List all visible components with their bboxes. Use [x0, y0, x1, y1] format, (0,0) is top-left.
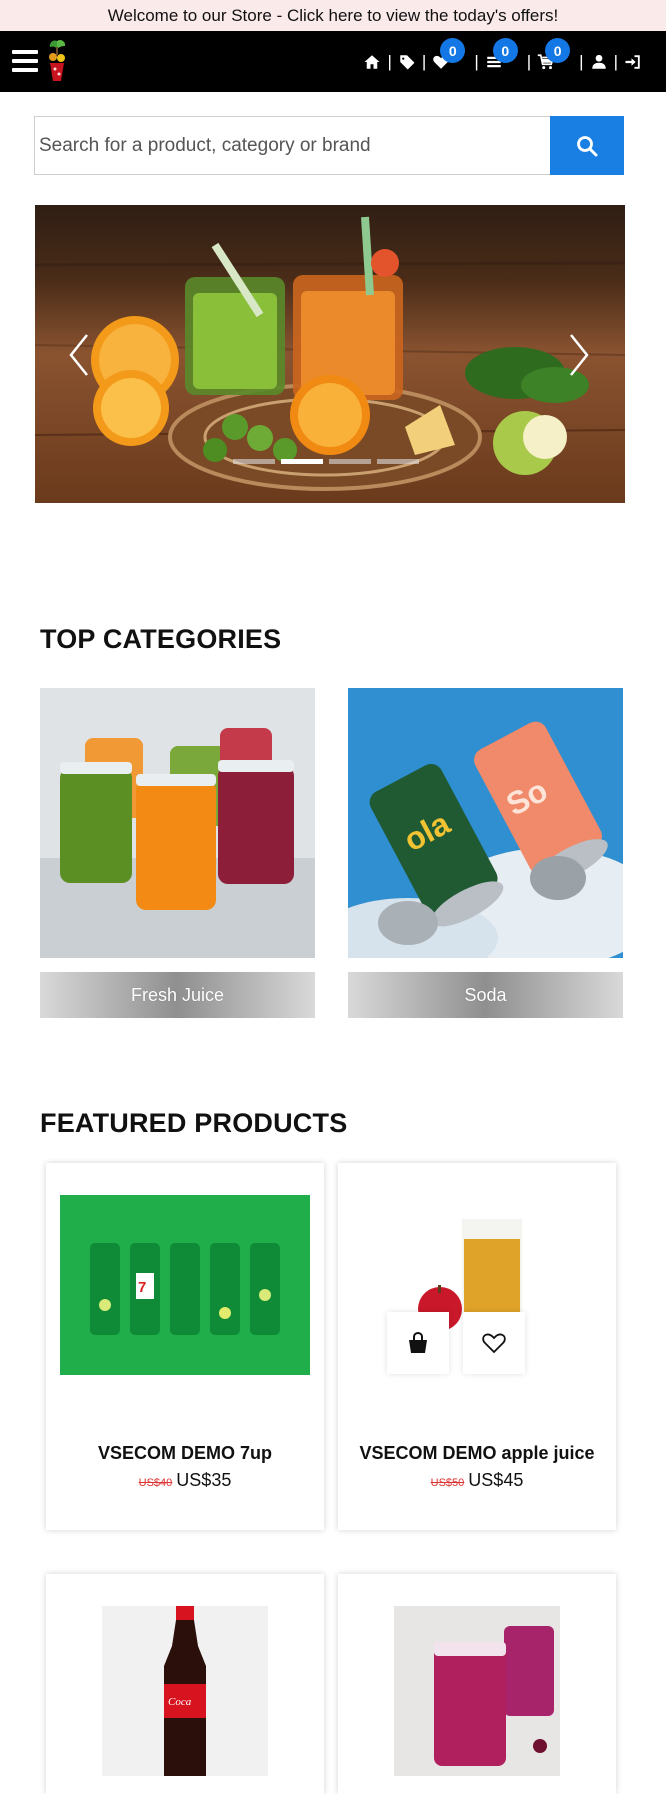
- product-current-price: US$45: [468, 1470, 524, 1490]
- search-bar: [34, 116, 624, 175]
- cart-icon[interactable]: 0: [535, 38, 571, 73]
- nav-separator: |: [579, 52, 584, 71]
- login-icon[interactable]: [622, 51, 644, 73]
- category-card-fresh-juice[interactable]: Fresh Juice: [40, 688, 315, 1018]
- product-current-price: US$35: [176, 1470, 232, 1490]
- nav-separator: |: [387, 52, 392, 71]
- product-old-price: US$40: [138, 1477, 173, 1489]
- nav-separator: |: [474, 52, 479, 71]
- list-count-badge: 0: [492, 38, 518, 63]
- product-card[interactable]: 7 VSECOM DEMO 7up US$40 US$35: [46, 1163, 324, 1530]
- carousel-prev-icon[interactable]: [67, 333, 91, 377]
- search-button[interactable]: [550, 116, 624, 175]
- category-label[interactable]: Fresh Juice: [40, 972, 315, 1018]
- carousel-next-icon[interactable]: [567, 333, 591, 377]
- carousel-indicators: [233, 459, 419, 464]
- nav-separator: |: [526, 52, 532, 71]
- search-icon: [577, 135, 598, 156]
- add-to-wishlist-button[interactable]: [463, 1312, 525, 1374]
- product-name[interactable]: VSECOM DEMO apple juice: [338, 1443, 616, 1464]
- featured-products-heading: FEATURED PRODUCTS: [40, 1108, 348, 1138]
- product-card[interactable]: VSECOM DEMO apple juice US$50 US$45: [338, 1163, 616, 1530]
- menu-icon[interactable]: [12, 50, 38, 72]
- product-image: 7: [60, 1195, 310, 1375]
- promo-banner[interactable]: Welcome to our Store - Click here to vie…: [0, 0, 666, 31]
- top-categories-heading: TOP CATEGORIES: [40, 624, 282, 654]
- nav-separator: |: [421, 52, 427, 71]
- product-name[interactable]: VSECOM DEMO 7up: [46, 1443, 324, 1464]
- product-old-price: US$50: [430, 1477, 465, 1489]
- search-input[interactable]: [35, 117, 550, 174]
- category-image: ola So: [348, 688, 623, 958]
- add-to-cart-button[interactable]: [387, 1312, 449, 1374]
- svg-text:Coca: Coca: [168, 1696, 192, 1708]
- product-image: [394, 1606, 560, 1776]
- tag-icon[interactable]: [396, 51, 418, 73]
- svg-text:7: 7: [138, 1279, 146, 1296]
- store-logo[interactable]: [44, 37, 70, 83]
- category-card-soda[interactable]: ola So Soda: [348, 688, 623, 1018]
- hero-carousel[interactable]: [35, 205, 625, 503]
- category-label[interactable]: Soda: [348, 972, 623, 1018]
- product-price: US$40 US$35: [46, 1470, 324, 1491]
- navbar: | | 0 | 0 | 0 | |: [0, 31, 666, 92]
- carousel-dot[interactable]: [329, 459, 371, 464]
- nav-separator: |: [613, 52, 618, 71]
- carousel-dot[interactable]: [377, 459, 419, 464]
- wishlist-count-badge: 0: [440, 38, 466, 63]
- heart-outline-icon: [482, 1333, 506, 1354]
- user-icon[interactable]: [588, 51, 610, 73]
- shopping-bag-icon: [409, 1331, 427, 1353]
- category-image: [40, 688, 315, 958]
- carousel-dot[interactable]: [233, 459, 275, 464]
- product-card[interactable]: Coca: [46, 1574, 324, 1794]
- home-icon[interactable]: [361, 51, 383, 73]
- carousel-dot-active[interactable]: [281, 459, 323, 464]
- cart-count-badge: 0: [545, 38, 571, 63]
- product-image: Coca: [102, 1606, 268, 1776]
- list-icon[interactable]: 0: [483, 38, 518, 73]
- product-card[interactable]: [338, 1574, 616, 1794]
- wishlist-icon[interactable]: 0: [430, 38, 466, 73]
- product-price: US$50 US$45: [338, 1470, 616, 1491]
